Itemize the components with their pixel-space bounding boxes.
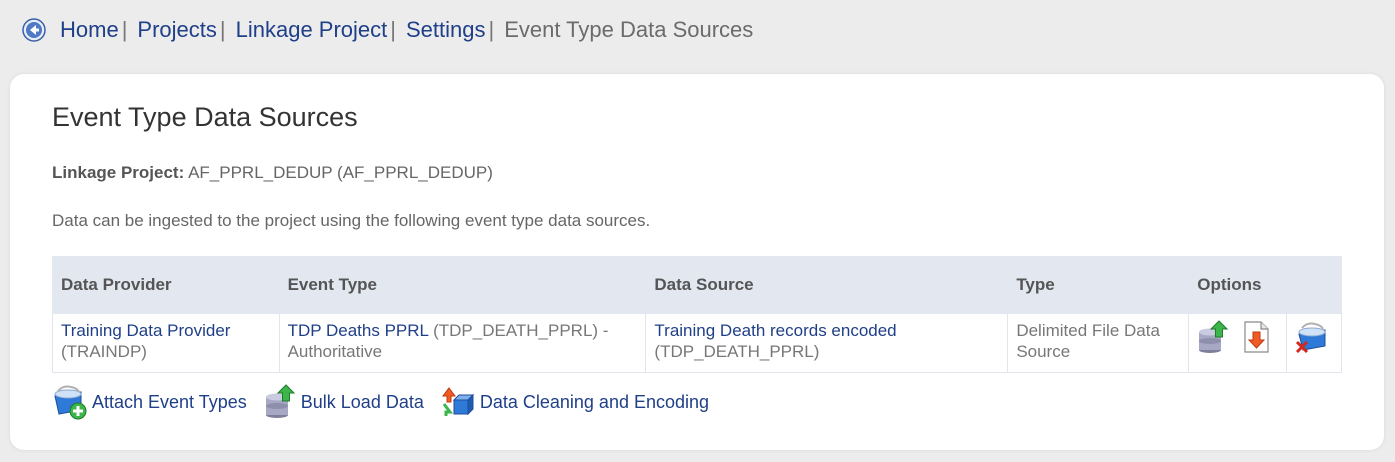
data-source-code: (TDP_DEATH_PPRL)	[654, 342, 820, 361]
cell-event-type: TDP Deaths PPRL (TDP_DEATH_PPRL) - Autho…	[278, 313, 647, 373]
cleaning-encoding-action[interactable]: Data Cleaning and Encoding	[440, 384, 709, 420]
page-title: Event Type Data Sources	[52, 102, 358, 132]
cell-data-provider: Training Data Provider (TRAINDP)	[52, 313, 280, 373]
bulk-load-link[interactable]: Bulk Load Data	[301, 392, 424, 413]
project-value: AF_PPRL_DEDUP (AF_PPRL_DEDUP)	[188, 163, 493, 182]
breadcrumb-current: Event Type Data Sources	[504, 17, 754, 42]
breadcrumb-separator: |	[121, 17, 128, 42]
breadcrumb-linkage-project[interactable]: Linkage Project	[236, 17, 388, 43]
database-upload-icon[interactable]	[1197, 320, 1229, 354]
breadcrumb-separator: |	[219, 17, 226, 42]
header-options: Options	[1188, 256, 1342, 314]
breadcrumb-projects[interactable]: Projects	[137, 17, 216, 43]
breadcrumb: Home | Projects | Linkage Project | Sett…	[22, 14, 753, 46]
table-header-row: Data Provider Event Type Data Source Typ…	[52, 256, 1342, 314]
provider-code: (TRAINDP)	[61, 342, 147, 361]
attach-event-types-icon	[54, 385, 87, 420]
cleaning-encoding-icon	[441, 387, 475, 416]
project-label: Linkage Project:	[52, 163, 185, 182]
table-row: Training Data Provider (TRAINDP) TDP Dea…	[52, 313, 1343, 373]
cell-data-source: Training Death records encoded (TDP_DEAT…	[645, 313, 1009, 373]
bulk-load-action[interactable]: Bulk Load Data	[263, 384, 424, 420]
main-panel: Event Type Data Sources Linkage Project:…	[10, 74, 1384, 450]
cell-options-delete	[1285, 313, 1343, 373]
data-source-link[interactable]: Training Death records encoded	[654, 321, 896, 340]
description: Data can be ingested to the project usin…	[52, 211, 651, 230]
type-line-2: Source	[1016, 342, 1071, 361]
bulk-load-icon	[265, 384, 295, 418]
event-type-note: Authoritative	[287, 342, 383, 361]
breadcrumb-separator: |	[390, 17, 396, 42]
event-type-code: (TDP_DEATH_PPRL) -	[433, 321, 609, 340]
download-file-icon[interactable]	[1240, 320, 1272, 354]
header-data-provider: Data Provider	[52, 256, 280, 314]
provider-link[interactable]: Training Data Provider	[61, 321, 230, 340]
cell-type: Delimited File Data Source	[1007, 313, 1190, 373]
back-arrow-icon[interactable]	[22, 18, 46, 42]
header-data-source: Data Source	[645, 256, 1009, 314]
type-line-1: Delimited File Data	[1016, 321, 1160, 340]
breadcrumb-settings[interactable]: Settings	[406, 17, 486, 43]
breadcrumb-home[interactable]: Home	[60, 17, 119, 43]
delete-source-icon[interactable]	[1295, 320, 1327, 354]
project-info: Linkage Project: AF_PPRL_DEDUP (AF_PPRL_…	[52, 163, 493, 183]
data-sources-table: Data Provider Event Type Data Source Typ…	[52, 256, 1343, 373]
attach-event-types-link[interactable]: Attach Event Types	[92, 392, 247, 413]
attach-event-types-action[interactable]: Attach Event Types	[52, 384, 247, 420]
cleaning-encoding-link[interactable]: Data Cleaning and Encoding	[480, 392, 709, 413]
breadcrumb-separator: |	[488, 17, 495, 42]
header-event-type: Event Type	[278, 256, 647, 314]
header-type: Type	[1007, 256, 1190, 314]
actions-bar: Attach Event Types Bulk Load Data Data C…	[52, 384, 725, 420]
event-type-link[interactable]: TDP Deaths PPRL	[288, 321, 429, 340]
cell-options	[1188, 313, 1287, 373]
